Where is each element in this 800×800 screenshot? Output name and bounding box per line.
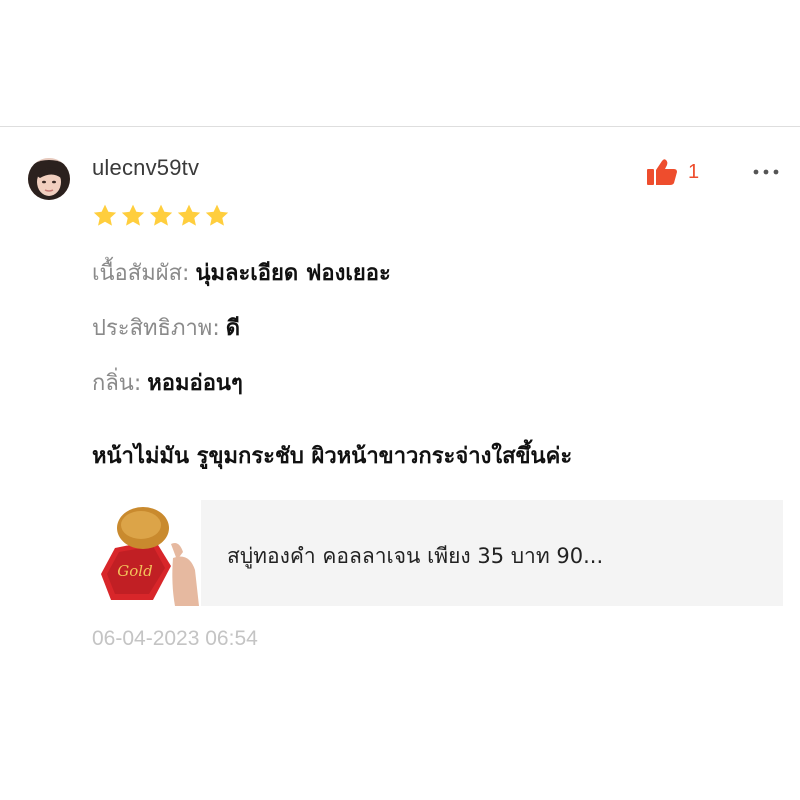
reviewer-username[interactable]: ulecnv59tv <box>92 155 199 181</box>
attribute-value: หอมอ่อนๆ <box>147 371 243 396</box>
star-icon <box>177 204 201 226</box>
star-icon <box>205 204 229 226</box>
star-rating <box>92 203 232 229</box>
attribute-label: เนื้อสัมผัส: <box>92 261 190 286</box>
star-icon <box>93 204 117 226</box>
attribute-texture: เนื้อสัมผัส: นุ่มละเอียด ฟองเยอะ <box>92 255 391 290</box>
attribute-effectiveness: ประสิทธิภาพ: ดี <box>92 310 240 345</box>
product-image: Gold <box>93 500 201 606</box>
review-body: หน้าไม่มัน รูขุมกระชับ ผิวหน้าขาวกระจ่าง… <box>92 444 573 469</box>
like-count: 1 <box>688 160 700 183</box>
star-icon <box>121 204 145 226</box>
review-timestamp: 06-04-2023 06:54 <box>92 627 258 650</box>
attribute-value: นุ่มละเอียด ฟองเยอะ <box>195 261 391 286</box>
thumbs-up-icon <box>647 159 677 185</box>
star-icon <box>149 204 173 226</box>
product-thumbnail: Gold <box>93 500 201 606</box>
avatar[interactable] <box>28 158 70 200</box>
attribute-label: ประสิทธิภาพ: <box>92 316 220 341</box>
more-options-button[interactable] <box>752 162 780 182</box>
product-title: สบู่ทองคำ คอลลาเจน เพียง 35 บาท 90... <box>227 544 604 568</box>
attribute-value: ดี <box>225 316 241 341</box>
avatar-image <box>28 158 70 200</box>
attribute-label: กลิ่น: <box>92 371 142 396</box>
attribute-scent: กลิ่น: หอมอ่อนๆ <box>92 365 243 400</box>
review-page: ulecnv59tv 1 เนื้อสัมผัส: นุ่มละเอียด ฟอง… <box>0 0 800 800</box>
product-card[interactable]: Gold สบู่ทองคำ คอลลาเจน เพียง 35 บาท 90.… <box>93 500 783 606</box>
soap-box-label: Gold <box>117 562 152 580</box>
more-options-icon <box>753 169 779 175</box>
divider <box>0 126 800 127</box>
like-button[interactable]: 1 <box>646 158 699 186</box>
